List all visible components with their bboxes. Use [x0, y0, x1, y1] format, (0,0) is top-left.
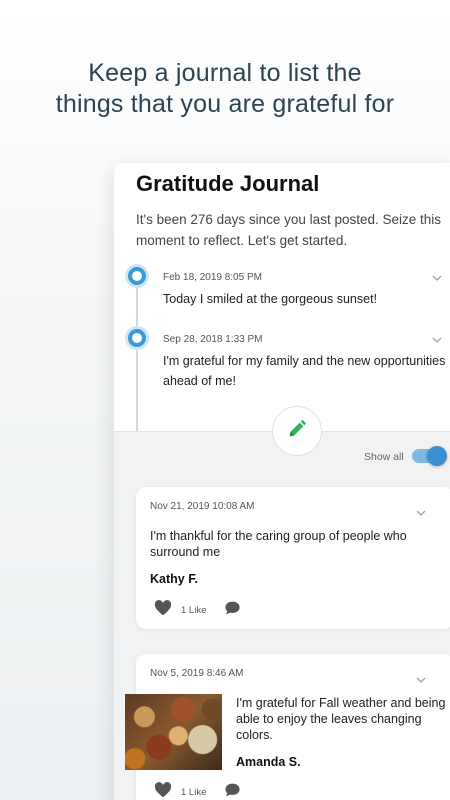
timeline-line	[136, 275, 138, 433]
post-card: Nov 21, 2019 10:08 AM I'm thankful for t…	[136, 487, 450, 629]
show-all-label: Show all	[364, 451, 404, 463]
comment-icon[interactable]	[224, 600, 241, 621]
post-date: Nov 21, 2019 10:08 AM	[150, 501, 255, 512]
heart-icon[interactable]	[154, 782, 172, 800]
chevron-down-icon[interactable]	[416, 672, 426, 683]
journal-subtitle: It's been 276 days since you last posted…	[136, 212, 442, 248]
promo-headline: Keep a journal to list the things that y…	[0, 58, 450, 120]
post-actions: 1 Like	[154, 600, 241, 621]
show-all-toggle[interactable]	[412, 446, 447, 466]
headline-line-1: Keep a journal to list the	[88, 59, 362, 87]
like-count: 1 Like	[181, 787, 207, 798]
post-date: Nov 5, 2019 8:46 AM	[150, 668, 244, 679]
like-count: 1 Like	[181, 605, 207, 616]
post-author: Kathy F.	[150, 572, 198, 586]
pencil-icon	[286, 418, 308, 445]
heart-icon[interactable]	[154, 600, 172, 621]
comment-icon[interactable]	[224, 782, 241, 800]
chevron-down-icon[interactable]	[416, 505, 426, 516]
post-card: Nov 5, 2019 8:46 AM I'm grateful for Fal…	[125, 654, 450, 800]
timeline-dot	[128, 267, 146, 285]
timeline-text: I'm grateful for my family and the new o…	[163, 354, 446, 388]
headline-line-2: things that you are grateful for	[55, 90, 395, 118]
toggle-knob	[427, 446, 447, 466]
post-text: I'm thankful for the caring group of peo…	[150, 529, 407, 559]
chevron-down-icon[interactable]	[432, 332, 442, 343]
post-author: Amanda S.	[236, 755, 301, 769]
timeline-text: Today I smiled at the gorgeous sunset!	[163, 292, 378, 306]
chevron-down-icon[interactable]	[432, 270, 442, 281]
post-text: I'm grateful for Fall weather and being …	[236, 696, 446, 742]
post-photo[interactable]	[125, 694, 222, 770]
post-actions: 1 Like	[154, 782, 241, 800]
new-entry-button[interactable]	[272, 406, 322, 456]
timeline-dot	[128, 329, 146, 347]
journal-title: Gratitude Journal	[136, 171, 320, 196]
timeline-date: Feb 18, 2019 8:05 PM	[163, 272, 262, 283]
timeline-date: Sep 28, 2018 1:33 PM	[163, 334, 263, 345]
journal-card: Gratitude Journal It's been 276 days sin…	[114, 163, 450, 800]
